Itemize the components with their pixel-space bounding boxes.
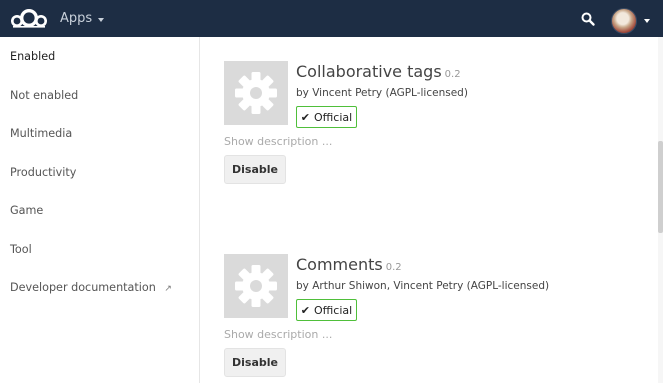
show-description-link[interactable]: Show description ... — [224, 328, 332, 341]
scrollbar-thumb[interactable] — [658, 141, 663, 233]
user-avatar[interactable] — [611, 8, 637, 34]
gear-icon — [224, 61, 288, 125]
app-author: by Vincent Petry (AGPL-licensed) — [296, 87, 468, 99]
disable-button[interactable]: Disable — [224, 348, 286, 377]
checkmark-icon: ✔ — [300, 110, 310, 124]
show-description-link[interactable]: Show description ... — [224, 135, 332, 148]
official-badge: ✔ Official — [296, 299, 357, 321]
disable-button[interactable]: Disable — [224, 155, 286, 184]
sidebar-item-label: Developer documentation — [10, 281, 156, 294]
sidebar-item-label: Not enabled — [10, 89, 79, 102]
user-menu-chevron-icon[interactable] — [644, 19, 650, 23]
sidebar-item-label: Multimedia — [10, 127, 73, 140]
official-badge-label: Official — [314, 303, 353, 317]
checkmark-icon: ✔ — [300, 303, 310, 317]
app-name: Comments 0.2 — [296, 255, 402, 274]
top-header: Apps — [0, 0, 663, 37]
sidebar-item-enabled[interactable]: Enabled — [10, 50, 55, 63]
app-name-text: Comments — [296, 255, 383, 274]
sidebar-item-label: Productivity — [10, 166, 77, 179]
sidebar-item-productivity[interactable]: Productivity — [10, 166, 76, 179]
apps-menu-label: Apps — [60, 11, 93, 26]
app-name-text: Collaborative tags — [296, 62, 442, 81]
sidebar-item-multimedia[interactable]: Multimedia — [10, 127, 72, 140]
external-link-icon: ↗ — [164, 284, 172, 294]
gear-icon — [224, 254, 288, 318]
official-badge: ✔ Official — [296, 106, 357, 128]
sidebar-item-tool[interactable]: Tool — [10, 243, 32, 256]
apps-menu-toggle[interactable]: Apps — [60, 11, 105, 26]
sidebar-item-label: Tool — [10, 243, 32, 256]
sidebar-item-not-enabled[interactable]: Not enabled — [10, 89, 78, 102]
sidebar-item-label: Enabled — [10, 50, 56, 63]
sidebar-item-label: Game — [10, 204, 44, 217]
sidebar-item-game[interactable]: Game — [10, 204, 43, 217]
chevron-down-icon — [98, 17, 105, 22]
app-version: 0.2 — [444, 69, 461, 80]
app-categories-sidebar: Enabled Not enabled Multimedia Productiv… — [0, 37, 200, 383]
official-badge-label: Official — [314, 110, 353, 124]
app-name: Collaborative tags 0.2 — [296, 62, 461, 81]
app-version: 0.2 — [385, 262, 402, 273]
app-author: by Arthur Shiwon, Vincent Petry (AGPL-li… — [296, 280, 550, 292]
search-icon[interactable] — [580, 11, 596, 27]
cloud-logo-icon[interactable] — [8, 7, 52, 31]
scrollbar-track[interactable] — [658, 37, 663, 383]
apps-list: Collaborative tags 0.2 by Vincent Petry (… — [200, 37, 663, 383]
sidebar-item-developer-documentation[interactable]: Developer documentation ↗ — [10, 281, 172, 294]
